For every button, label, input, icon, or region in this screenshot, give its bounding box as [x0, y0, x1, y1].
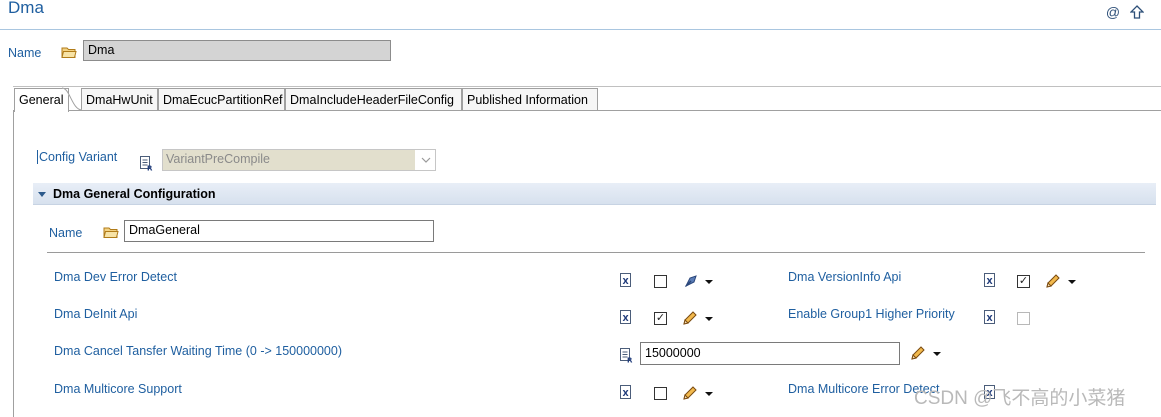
svg-text:R: R: [147, 165, 153, 172]
document-x-icon: X: [619, 272, 633, 288]
svg-text:X: X: [987, 314, 994, 323]
document-r-icon: R: [619, 347, 633, 365]
watermark: CSDN @飞不高的小菜猪: [914, 388, 1126, 409]
dev-error-detect-checkbox[interactable]: [654, 275, 667, 288]
dropdown-arrow-icon[interactable]: [933, 352, 941, 356]
tab-dmaecucpartitionref[interactable]: DmaEcucPartitionRef: [158, 88, 285, 110]
svg-text:X: X: [623, 277, 630, 286]
header-divider: [0, 29, 1161, 30]
up-arrow-icon[interactable]: [1129, 4, 1145, 20]
version-info-api-label: Dma VersionInfo Api: [788, 270, 902, 284]
cancel-wait-time-label: Dma Cancel Tansfer Waiting Time (0 -> 15…: [54, 344, 342, 358]
tab-curve: [62, 87, 82, 111]
config-variant-value: VariantPreCompile: [163, 150, 415, 170]
group1-higher-priority-checkbox[interactable]: [1017, 312, 1030, 325]
folder-icon[interactable]: [103, 225, 119, 239]
deinit-api-label: Dma DeInit Api: [54, 307, 138, 321]
tab-dmaincludeheaderfileconfig[interactable]: DmaIncludeHeaderFileConfig: [285, 88, 462, 110]
dropdown-arrow-icon[interactable]: [1068, 280, 1076, 284]
dropdown-arrow-icon[interactable]: [705, 280, 713, 284]
name-field[interactable]: Dma: [83, 40, 391, 61]
document-x-icon: X: [619, 384, 633, 400]
content-border: [13, 110, 14, 417]
multicore-support-label: Dma Multicore Support: [54, 382, 182, 396]
pencil-icon[interactable]: [1045, 273, 1063, 289]
document-x-icon: X: [983, 272, 997, 288]
section-title: Dma General Configuration: [53, 187, 216, 201]
tab-dmahwunit[interactable]: DmaHwUnit: [81, 88, 158, 110]
pencil-icon[interactable]: [910, 345, 928, 361]
dropdown-arrow-icon[interactable]: [705, 317, 713, 321]
separator: [47, 252, 1145, 253]
dropdown-arrow-icon[interactable]: [705, 392, 713, 396]
svg-text:X: X: [623, 314, 630, 323]
group1-higher-priority-label: Enable Group1 Higher Priority: [788, 307, 955, 321]
general-name-field[interactable]: DmaGeneral: [124, 220, 434, 242]
page-title: Dma: [8, 0, 44, 17]
tab-published-information[interactable]: Published Information: [462, 88, 598, 110]
name-label: Name: [8, 46, 42, 60]
pencil-icon[interactable]: [682, 385, 700, 401]
cancel-wait-time-input[interactable]: 15000000: [640, 342, 900, 365]
dev-error-detect-label: Dma Dev Error Detect: [54, 270, 177, 284]
general-name-label: Name: [49, 226, 83, 240]
deinit-api-checkbox[interactable]: ✓: [654, 312, 667, 325]
svg-text:X: X: [623, 389, 630, 398]
document-x-icon: X: [619, 309, 633, 325]
pencil-icon[interactable]: [682, 310, 700, 326]
collapse-triangle-icon[interactable]: [38, 192, 46, 197]
document-x-icon: X: [983, 309, 997, 325]
link-arrow-icon[interactable]: [683, 273, 701, 289]
svg-text:X: X: [987, 277, 994, 286]
version-info-api-checkbox[interactable]: ✓: [1017, 275, 1030, 288]
document-r-icon: R: [139, 155, 153, 173]
folder-icon[interactable]: [61, 45, 77, 59]
config-variant-label: Config Variant: [37, 150, 118, 164]
svg-text:R: R: [627, 357, 633, 364]
multicore-support-checkbox[interactable]: [654, 387, 667, 400]
chevron-down-icon[interactable]: [418, 150, 434, 170]
tab-general[interactable]: General: [14, 88, 69, 112]
header-toolbar: @: [1105, 4, 1145, 20]
at-icon[interactable]: @: [1105, 4, 1121, 20]
